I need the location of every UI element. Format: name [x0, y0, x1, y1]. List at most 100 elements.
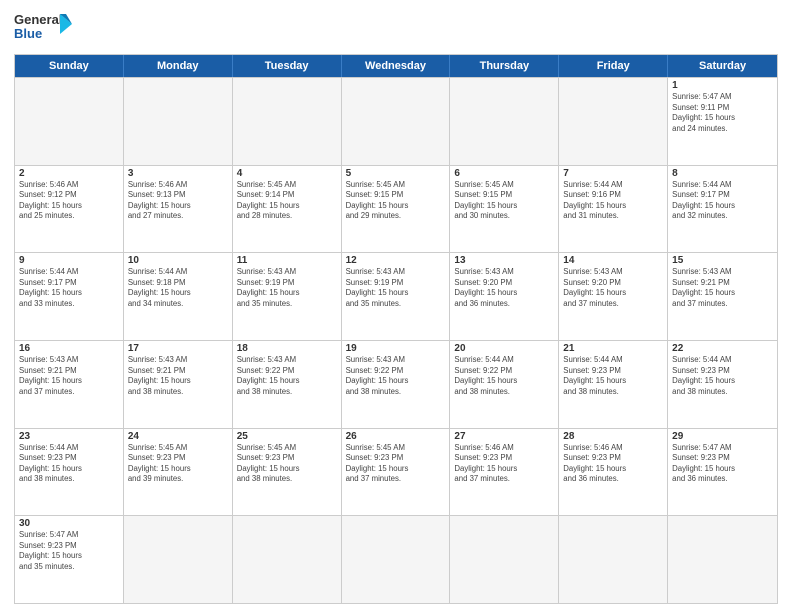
calendar-cell: 9Sunrise: 5:44 AMSunset: 9:17 PMDaylight… [15, 253, 124, 340]
calendar-cell [559, 78, 668, 165]
calendar-cell: 19Sunrise: 5:43 AMSunset: 9:22 PMDayligh… [342, 341, 451, 428]
generalblue-logo-icon: General Blue [14, 10, 74, 48]
calendar-cell [342, 516, 451, 603]
day-number: 9 [19, 255, 119, 266]
day-number: 25 [237, 431, 337, 442]
day-number: 10 [128, 255, 228, 266]
day-number: 13 [454, 255, 554, 266]
calendar-cell: 2Sunrise: 5:46 AMSunset: 9:12 PMDaylight… [15, 166, 124, 253]
day-info: Sunrise: 5:43 AMSunset: 9:21 PMDaylight:… [19, 355, 119, 397]
day-header-sunday: Sunday [15, 55, 124, 77]
svg-text:General: General [14, 12, 62, 27]
day-number: 15 [672, 255, 773, 266]
calendar-cell: 4Sunrise: 5:45 AMSunset: 9:14 PMDaylight… [233, 166, 342, 253]
calendar-cell: 7Sunrise: 5:44 AMSunset: 9:16 PMDaylight… [559, 166, 668, 253]
calendar-cell: 3Sunrise: 5:46 AMSunset: 9:13 PMDaylight… [124, 166, 233, 253]
day-info: Sunrise: 5:43 AMSunset: 9:20 PMDaylight:… [563, 267, 663, 309]
calendar-cell [233, 516, 342, 603]
day-number: 19 [346, 343, 446, 354]
calendar-cell: 16Sunrise: 5:43 AMSunset: 9:21 PMDayligh… [15, 341, 124, 428]
day-info: Sunrise: 5:45 AMSunset: 9:15 PMDaylight:… [454, 180, 554, 222]
calendar-cell [124, 516, 233, 603]
calendar-cell: 26Sunrise: 5:45 AMSunset: 9:23 PMDayligh… [342, 429, 451, 516]
calendar-cell: 5Sunrise: 5:45 AMSunset: 9:15 PMDaylight… [342, 166, 451, 253]
day-number: 29 [672, 431, 773, 442]
calendar-cell [124, 78, 233, 165]
calendar-week-3: 9Sunrise: 5:44 AMSunset: 9:17 PMDaylight… [15, 252, 777, 340]
calendar-week-6: 30Sunrise: 5:47 AMSunset: 9:23 PMDayligh… [15, 515, 777, 603]
day-header-wednesday: Wednesday [342, 55, 451, 77]
calendar-cell: 13Sunrise: 5:43 AMSunset: 9:20 PMDayligh… [450, 253, 559, 340]
calendar-cell: 29Sunrise: 5:47 AMSunset: 9:23 PMDayligh… [668, 429, 777, 516]
calendar-cell: 23Sunrise: 5:44 AMSunset: 9:23 PMDayligh… [15, 429, 124, 516]
day-number: 8 [672, 168, 773, 179]
calendar-cell: 18Sunrise: 5:43 AMSunset: 9:22 PMDayligh… [233, 341, 342, 428]
day-info: Sunrise: 5:43 AMSunset: 9:22 PMDaylight:… [346, 355, 446, 397]
calendar-cell: 12Sunrise: 5:43 AMSunset: 9:19 PMDayligh… [342, 253, 451, 340]
calendar-cell: 20Sunrise: 5:44 AMSunset: 9:22 PMDayligh… [450, 341, 559, 428]
day-info: Sunrise: 5:46 AMSunset: 9:23 PMDaylight:… [563, 443, 663, 485]
day-info: Sunrise: 5:45 AMSunset: 9:23 PMDaylight:… [128, 443, 228, 485]
day-number: 28 [563, 431, 663, 442]
day-number: 16 [19, 343, 119, 354]
day-info: Sunrise: 5:44 AMSunset: 9:23 PMDaylight:… [19, 443, 119, 485]
svg-text:Blue: Blue [14, 26, 42, 41]
day-info: Sunrise: 5:44 AMSunset: 9:18 PMDaylight:… [128, 267, 228, 309]
day-info: Sunrise: 5:44 AMSunset: 9:22 PMDaylight:… [454, 355, 554, 397]
day-info: Sunrise: 5:46 AMSunset: 9:23 PMDaylight:… [454, 443, 554, 485]
day-number: 27 [454, 431, 554, 442]
day-number: 12 [346, 255, 446, 266]
calendar-page: General Blue SundayMondayTuesdayWednesda… [0, 0, 792, 612]
calendar-cell: 25Sunrise: 5:45 AMSunset: 9:23 PMDayligh… [233, 429, 342, 516]
day-number: 6 [454, 168, 554, 179]
calendar-cell [668, 516, 777, 603]
day-info: Sunrise: 5:45 AMSunset: 9:23 PMDaylight:… [346, 443, 446, 485]
day-number: 4 [237, 168, 337, 179]
calendar-cell: 21Sunrise: 5:44 AMSunset: 9:23 PMDayligh… [559, 341, 668, 428]
day-info: Sunrise: 5:43 AMSunset: 9:19 PMDaylight:… [237, 267, 337, 309]
day-number: 14 [563, 255, 663, 266]
calendar-body: 1Sunrise: 5:47 AMSunset: 9:11 PMDaylight… [15, 77, 777, 603]
day-info: Sunrise: 5:44 AMSunset: 9:23 PMDaylight:… [672, 355, 773, 397]
day-header-monday: Monday [124, 55, 233, 77]
day-number: 17 [128, 343, 228, 354]
calendar-cell: 14Sunrise: 5:43 AMSunset: 9:20 PMDayligh… [559, 253, 668, 340]
day-number: 30 [19, 518, 119, 529]
calendar-cell: 30Sunrise: 5:47 AMSunset: 9:23 PMDayligh… [15, 516, 124, 603]
header: General Blue [14, 10, 778, 48]
calendar-week-1: 1Sunrise: 5:47 AMSunset: 9:11 PMDaylight… [15, 77, 777, 165]
day-number: 26 [346, 431, 446, 442]
day-header-tuesday: Tuesday [233, 55, 342, 77]
calendar-header-row: SundayMondayTuesdayWednesdayThursdayFrid… [15, 55, 777, 77]
calendar-cell: 1Sunrise: 5:47 AMSunset: 9:11 PMDaylight… [668, 78, 777, 165]
day-info: Sunrise: 5:45 AMSunset: 9:23 PMDaylight:… [237, 443, 337, 485]
logo: General Blue [14, 10, 74, 48]
day-number: 1 [672, 80, 773, 91]
calendar-cell: 28Sunrise: 5:46 AMSunset: 9:23 PMDayligh… [559, 429, 668, 516]
day-info: Sunrise: 5:47 AMSunset: 9:23 PMDaylight:… [19, 530, 119, 572]
calendar-week-2: 2Sunrise: 5:46 AMSunset: 9:12 PMDaylight… [15, 165, 777, 253]
day-number: 23 [19, 431, 119, 442]
day-info: Sunrise: 5:44 AMSunset: 9:16 PMDaylight:… [563, 180, 663, 222]
day-info: Sunrise: 5:43 AMSunset: 9:21 PMDaylight:… [128, 355, 228, 397]
day-info: Sunrise: 5:43 AMSunset: 9:22 PMDaylight:… [237, 355, 337, 397]
day-info: Sunrise: 5:45 AMSunset: 9:14 PMDaylight:… [237, 180, 337, 222]
calendar-cell [342, 78, 451, 165]
day-header-friday: Friday [559, 55, 668, 77]
calendar: SundayMondayTuesdayWednesdayThursdayFrid… [14, 54, 778, 604]
day-info: Sunrise: 5:44 AMSunset: 9:17 PMDaylight:… [672, 180, 773, 222]
day-info: Sunrise: 5:43 AMSunset: 9:20 PMDaylight:… [454, 267, 554, 309]
day-number: 20 [454, 343, 554, 354]
calendar-cell: 10Sunrise: 5:44 AMSunset: 9:18 PMDayligh… [124, 253, 233, 340]
day-info: Sunrise: 5:46 AMSunset: 9:13 PMDaylight:… [128, 180, 228, 222]
calendar-cell: 8Sunrise: 5:44 AMSunset: 9:17 PMDaylight… [668, 166, 777, 253]
calendar-cell: 17Sunrise: 5:43 AMSunset: 9:21 PMDayligh… [124, 341, 233, 428]
day-header-thursday: Thursday [450, 55, 559, 77]
day-info: Sunrise: 5:44 AMSunset: 9:17 PMDaylight:… [19, 267, 119, 309]
day-info: Sunrise: 5:43 AMSunset: 9:21 PMDaylight:… [672, 267, 773, 309]
calendar-cell: 11Sunrise: 5:43 AMSunset: 9:19 PMDayligh… [233, 253, 342, 340]
calendar-cell: 22Sunrise: 5:44 AMSunset: 9:23 PMDayligh… [668, 341, 777, 428]
calendar-cell [15, 78, 124, 165]
calendar-cell [450, 516, 559, 603]
day-number: 3 [128, 168, 228, 179]
